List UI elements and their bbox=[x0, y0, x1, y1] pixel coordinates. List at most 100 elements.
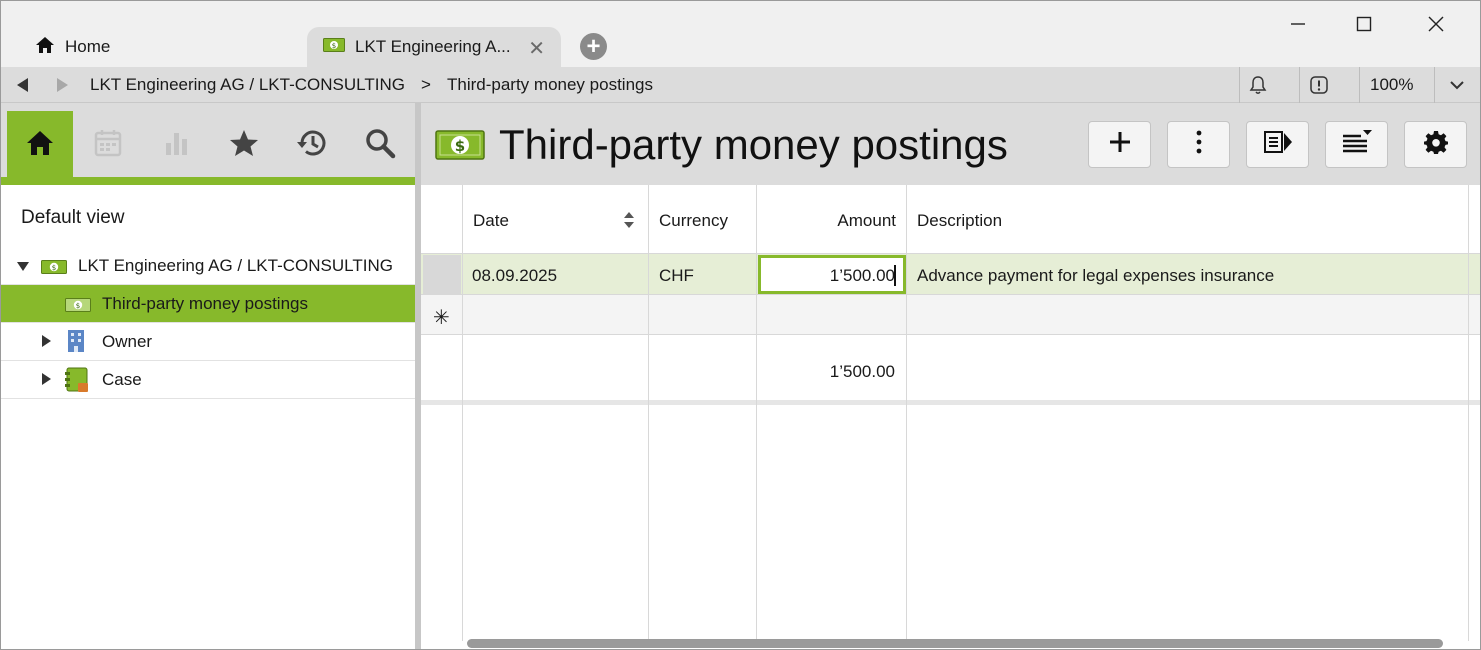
tab-home[interactable]: Home bbox=[21, 27, 301, 67]
binder-icon bbox=[65, 367, 89, 398]
bell-icon[interactable] bbox=[1248, 75, 1268, 100]
main-panel: $ Third-party money postings Date Curren… bbox=[421, 103, 1480, 649]
app-window: Home $ LKT Engineering A... ✕ + LKT Engi… bbox=[0, 0, 1481, 650]
settings-button[interactable] bbox=[1404, 121, 1467, 168]
collapsed-arrow-icon[interactable] bbox=[42, 373, 51, 385]
amount-input[interactable]: 1’500.00 bbox=[758, 255, 906, 294]
plus-icon bbox=[1107, 129, 1133, 160]
forward-arrow-icon[interactable] bbox=[57, 78, 68, 92]
maximize-button[interactable] bbox=[1349, 9, 1379, 39]
expanded-arrow-icon[interactable] bbox=[17, 262, 29, 271]
breadcrumb-parent[interactable]: LKT Engineering AG / LKT-CONSULTING bbox=[90, 75, 405, 95]
bar-chart-icon bbox=[161, 128, 191, 163]
tree-item-lkt-engineering[interactable]: $ LKT Engineering AG / LKT-CONSULTING bbox=[1, 247, 415, 285]
tab-home-label: Home bbox=[65, 37, 111, 56]
nav-accent-bar bbox=[1, 177, 415, 185]
horizontal-scrollbar[interactable] bbox=[467, 639, 1443, 648]
total-amount: 1’500.00 bbox=[829, 362, 895, 381]
tree-item-third-party-money[interactable]: $ Third-party money postings bbox=[1, 285, 415, 323]
add-button[interactable] bbox=[1088, 121, 1151, 168]
nav-tab-home[interactable] bbox=[7, 111, 73, 179]
sidebar: Default view $ LKT Engineering AG / LKT-… bbox=[1, 103, 415, 649]
tree-item-owner[interactable]: Owner bbox=[1, 323, 415, 361]
tree-item-label: Third-party money postings bbox=[102, 294, 308, 313]
details-panel-button[interactable] bbox=[1246, 121, 1309, 168]
view-menu-button[interactable] bbox=[1325, 121, 1388, 168]
cell-description[interactable]: Advance payment for legal expenses insur… bbox=[917, 266, 1274, 286]
divider bbox=[1299, 67, 1300, 103]
calendar-icon bbox=[93, 128, 123, 163]
minimize-button[interactable] bbox=[1283, 9, 1313, 39]
postings-table: Date Currency Amount Description 08.09.2… bbox=[421, 185, 1480, 649]
cell-amount: 1’500.00 bbox=[829, 266, 895, 285]
new-row[interactable] bbox=[421, 295, 1480, 335]
money-icon: $ bbox=[323, 37, 345, 57]
svg-text:$: $ bbox=[455, 137, 465, 155]
column-divider bbox=[756, 185, 757, 641]
column-header-amount[interactable]: Amount bbox=[837, 211, 896, 231]
column-divider bbox=[906, 185, 907, 641]
tree-item-label: Owner bbox=[102, 332, 153, 351]
gear-icon bbox=[1423, 130, 1448, 159]
svg-text:$: $ bbox=[52, 264, 56, 272]
tree-item-label: Case bbox=[102, 370, 142, 389]
search-icon bbox=[364, 127, 396, 164]
home-icon bbox=[35, 36, 55, 59]
tab-lkt-engineering[interactable]: $ LKT Engineering A... ✕ bbox=[307, 27, 561, 67]
column-header-description[interactable]: Description bbox=[917, 211, 1002, 231]
sort-icon[interactable] bbox=[623, 211, 635, 234]
text-cursor bbox=[894, 265, 896, 286]
divider bbox=[1359, 67, 1360, 103]
row-selector[interactable] bbox=[423, 255, 461, 294]
page-header: $ Third-party money postings bbox=[421, 103, 1480, 185]
zoom-level[interactable]: 100% bbox=[1370, 75, 1413, 95]
cell-date[interactable]: 08.09.2025 bbox=[472, 266, 557, 286]
star-icon bbox=[228, 128, 260, 163]
new-row-asterisk-icon: ✳ bbox=[433, 307, 450, 329]
nav-tab-favorites[interactable] bbox=[211, 111, 277, 179]
breadcrumb-separator: > bbox=[421, 75, 431, 94]
money-icon: $ bbox=[65, 297, 91, 317]
panel-arrow-icon bbox=[1263, 129, 1293, 160]
collapsed-arrow-icon[interactable] bbox=[42, 335, 51, 347]
money-icon: $ bbox=[41, 259, 67, 279]
column-header-currency[interactable]: Currency bbox=[659, 211, 728, 231]
building-icon bbox=[67, 329, 85, 358]
totals-row bbox=[421, 335, 1480, 405]
column-divider bbox=[648, 185, 649, 641]
page-title: Third-party money postings bbox=[499, 121, 1008, 168]
close-tab-icon[interactable]: ✕ bbox=[528, 36, 545, 61]
tree-item-label: LKT Engineering AG / LKT-CONSULTING bbox=[78, 256, 393, 275]
more-vertical-icon bbox=[1194, 129, 1204, 160]
divider bbox=[1239, 67, 1240, 103]
svg-text:$: $ bbox=[76, 302, 80, 310]
more-options-button[interactable] bbox=[1167, 121, 1230, 168]
breadcrumb: LKT Engineering AG / LKT-CONSULTING > Th… bbox=[1, 67, 1480, 103]
nav-tab-calendar[interactable] bbox=[75, 111, 141, 179]
history-icon bbox=[295, 127, 329, 164]
add-tab-button[interactable]: + bbox=[580, 33, 607, 60]
money-icon: $ bbox=[435, 130, 485, 165]
svg-text:$: $ bbox=[332, 42, 336, 50]
divider bbox=[1434, 67, 1435, 103]
close-window-button[interactable] bbox=[1421, 9, 1451, 39]
nav-tab-history[interactable] bbox=[279, 111, 345, 179]
home-icon bbox=[25, 129, 55, 162]
sidebar-nav-tabs bbox=[1, 103, 415, 185]
breadcrumb-current: Third-party money postings bbox=[447, 75, 653, 94]
chevron-down-icon[interactable] bbox=[1448, 77, 1466, 97]
cell-currency[interactable]: CHF bbox=[659, 266, 694, 286]
navigation-tree: $ LKT Engineering AG / LKT-CONSULTING $ … bbox=[1, 247, 415, 399]
column-divider bbox=[1468, 185, 1469, 641]
nav-tab-reports[interactable] bbox=[143, 111, 209, 179]
default-view-label[interactable]: Default view bbox=[21, 207, 125, 229]
column-divider bbox=[462, 185, 463, 641]
back-arrow-icon[interactable] bbox=[17, 78, 28, 92]
tree-item-case[interactable]: Case bbox=[1, 361, 415, 399]
list-menu-icon bbox=[1341, 128, 1373, 161]
tab-active-label: LKT Engineering A... bbox=[355, 37, 511, 56]
title-bar: Home $ LKT Engineering A... ✕ + bbox=[1, 1, 1480, 67]
nav-tab-search[interactable] bbox=[347, 111, 413, 179]
alert-icon[interactable] bbox=[1309, 75, 1329, 100]
column-header-date[interactable]: Date bbox=[473, 211, 509, 231]
